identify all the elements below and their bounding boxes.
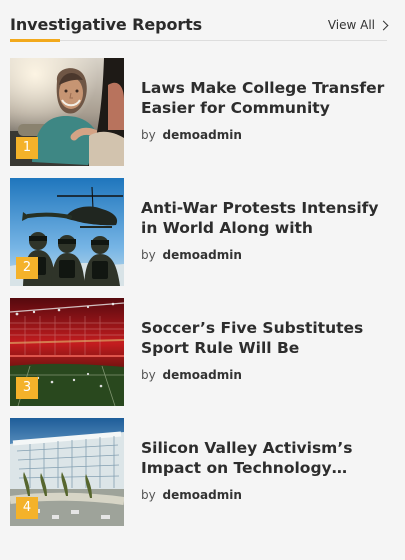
article-headline[interactable]: Soccer’s Five Substitutes Sport Rule Wil… [141, 318, 393, 358]
article-byline: by demoadmin [141, 367, 393, 383]
by-label: by [141, 248, 156, 262]
widget-header: Investigative Reports View All [10, 10, 389, 42]
article-text: Silicon Valley Activism’s Impact on Tech… [141, 438, 393, 503]
article-thumbnail[interactable]: 1 [10, 58, 124, 166]
article-byline: by demoadmin [141, 247, 393, 263]
article-item: 2 Anti-War Protests Intensify in World A… [10, 178, 393, 286]
article-headline[interactable]: Silicon Valley Activism’s Impact on Tech… [141, 438, 393, 478]
article-byline: by demoadmin [141, 127, 393, 143]
chevron-right-icon [378, 20, 389, 30]
rank-badge: 4 [16, 497, 38, 519]
view-all-link[interactable]: View All [327, 16, 389, 34]
article-headline[interactable]: Laws Make College Transfer Easier for Co… [141, 78, 393, 118]
article-byline: by demoadmin [141, 487, 393, 503]
article-text: Anti-War Protests Intensify in World Alo… [141, 198, 393, 263]
article-item: 4 Silicon Valley Activism’s Impact on Te… [10, 418, 393, 526]
by-label: by [141, 128, 156, 142]
investigative-reports-widget: Investigative Reports View All 1 Laws Ma… [0, 0, 405, 560]
author-link[interactable]: demoadmin [163, 368, 242, 382]
author-link[interactable]: demoadmin [163, 488, 242, 502]
article-thumbnail[interactable]: 2 [10, 178, 124, 286]
view-all-label: View All [327, 18, 375, 32]
article-headline[interactable]: Anti-War Protests Intensify in World Alo… [141, 198, 393, 238]
article-thumbnail[interactable]: 4 [10, 418, 124, 526]
article-text: Laws Make College Transfer Easier for Co… [141, 78, 393, 143]
by-label: by [141, 368, 156, 382]
title-underline [10, 39, 60, 42]
rank-badge: 1 [16, 137, 38, 159]
widget-title: Investigative Reports [10, 15, 203, 34]
article-item: 1 Laws Make College Transfer Easier for … [10, 58, 393, 166]
rank-badge: 2 [16, 257, 38, 279]
article-text: Soccer’s Five Substitutes Sport Rule Wil… [141, 318, 393, 383]
author-link[interactable]: demoadmin [163, 248, 242, 262]
rank-badge: 3 [16, 377, 38, 399]
by-label: by [141, 488, 156, 502]
author-link[interactable]: demoadmin [163, 128, 242, 142]
article-item: 3 Soccer’s Five Substitutes Sport Rule W… [10, 298, 393, 406]
article-thumbnail[interactable]: 3 [10, 298, 124, 406]
